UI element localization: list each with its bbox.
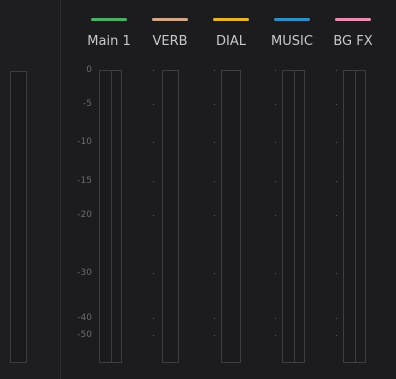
scale-tick <box>214 335 215 336</box>
scale-tick <box>336 215 337 216</box>
scale-label-15: -15 <box>77 176 92 186</box>
scale-tick <box>275 181 276 182</box>
bus-label: BG FX <box>333 34 373 49</box>
bus-color-bar <box>335 18 371 21</box>
scale-tick <box>275 70 276 71</box>
scale-tick <box>214 142 215 143</box>
scale-tick <box>214 318 215 319</box>
scale-label-0: 0 <box>86 65 92 75</box>
scale-label-40: -40 <box>77 313 92 323</box>
meter-music <box>282 70 305 363</box>
bus-color-bar <box>91 18 127 21</box>
bus-meters-area: Main 1 VERB DIAL MUSIC BG FX 0 -5 -10 -1… <box>61 0 396 379</box>
scale-tick <box>214 273 215 274</box>
scale-label-20: -20 <box>77 210 92 220</box>
meter-dial <box>221 70 241 363</box>
scale-tick <box>336 335 337 336</box>
meter-verb <box>162 70 179 363</box>
scale-tick <box>153 215 154 216</box>
scale-tick <box>153 318 154 319</box>
bus-header-verb[interactable]: VERB <box>140 18 200 50</box>
bus-label: Main 1 <box>87 34 131 49</box>
bus-header-bgfx[interactable]: BG FX <box>323 18 383 50</box>
bus-color-bar <box>213 18 249 21</box>
scale-tick <box>153 104 154 105</box>
input-meter <box>10 71 27 363</box>
scale-tick <box>336 273 337 274</box>
bus-header-music[interactable]: MUSIC <box>262 18 322 50</box>
scale-tick <box>153 70 154 71</box>
scale-tick <box>275 104 276 105</box>
scale-label-30: -30 <box>77 268 92 278</box>
scale-tick <box>336 70 337 71</box>
left-meter-panel <box>0 0 61 379</box>
scale-tick <box>275 142 276 143</box>
scale-label-5: -5 <box>83 99 92 109</box>
scale-tick <box>336 181 337 182</box>
bus-header-main1[interactable]: Main 1 <box>79 18 139 50</box>
scale-tick <box>275 318 276 319</box>
scale-tick <box>275 273 276 274</box>
scale-tick <box>214 70 215 71</box>
scale-tick <box>153 181 154 182</box>
scale-tick <box>214 181 215 182</box>
bus-label: DIAL <box>216 34 246 49</box>
scale-tick <box>275 335 276 336</box>
scale-label-50: -50 <box>77 330 92 340</box>
audio-meters-panel: Main 1 VERB DIAL MUSIC BG FX 0 -5 -10 -1… <box>0 0 396 379</box>
bus-label: VERB <box>152 34 188 49</box>
meter-bgfx <box>343 70 366 363</box>
scale-tick <box>153 335 154 336</box>
bus-label: MUSIC <box>271 34 313 49</box>
bus-color-bar <box>274 18 310 21</box>
scale-tick <box>153 273 154 274</box>
scale-tick <box>336 142 337 143</box>
bus-header-dial[interactable]: DIAL <box>201 18 261 50</box>
scale-tick <box>153 142 154 143</box>
scale-tick <box>214 215 215 216</box>
scale-tick <box>275 215 276 216</box>
meter-main1 <box>99 70 122 363</box>
scale-tick <box>336 318 337 319</box>
scale-tick <box>214 104 215 105</box>
scale-tick <box>336 104 337 105</box>
bus-color-bar <box>152 18 188 21</box>
scale-label-10: -10 <box>77 137 92 147</box>
